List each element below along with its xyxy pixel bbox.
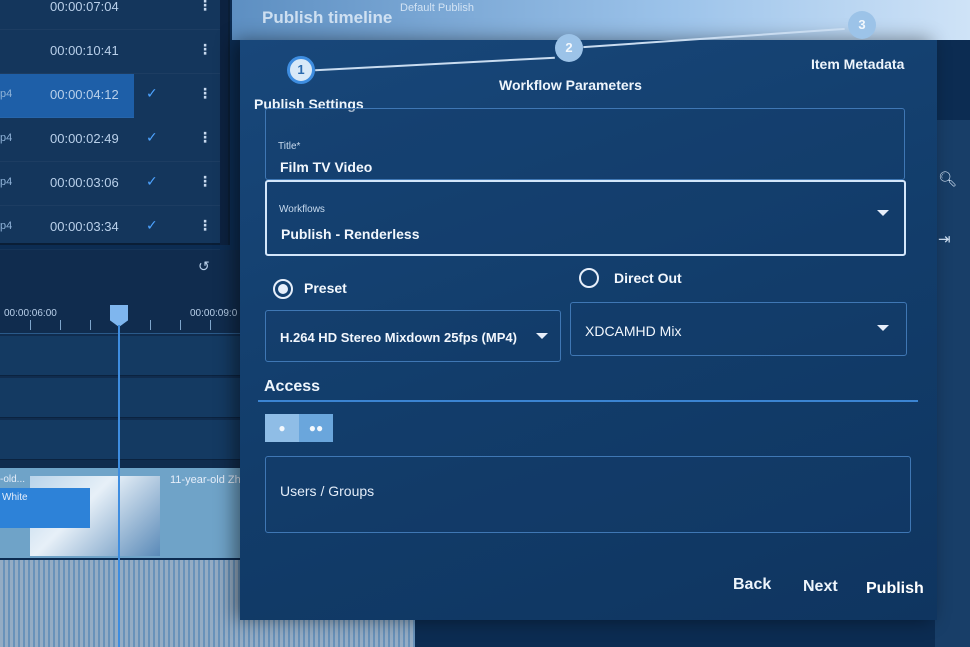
more-icon[interactable]: ⋮ — [198, 129, 212, 146]
check-icon: ✓ — [146, 173, 158, 189]
user-toggle-button[interactable]: ● — [265, 414, 299, 442]
check-icon: ✓ — [146, 217, 158, 233]
list-item-ext: p4 — [0, 132, 13, 144]
fit-icon[interactable]: ⇥ — [938, 230, 951, 248]
title-field-value: Film TV Video — [280, 159, 373, 175]
next-button[interactable]: Next — [803, 578, 838, 596]
media-list-panel: 00:00:07:04 ⋮ 00:00:10:41 ⋮ p4 00:00:04:… — [0, 0, 230, 250]
users-groups-placeholder: Users / Groups — [280, 483, 375, 499]
list-item[interactable]: p4 00:00:03:34 ✓ ⋮ — [0, 206, 220, 250]
timecode-label: 00:00:09:0 — [190, 308, 238, 319]
list-scrollbar[interactable] — [220, 0, 228, 245]
more-icon[interactable]: ⋮ — [198, 217, 212, 234]
preset-select-value: H.264 HD Stereo Mixdown 25fps (MP4) — [280, 330, 517, 345]
workflows-value: Publish - Renderless — [281, 226, 420, 242]
workflows-label: Workflows — [279, 204, 325, 215]
publish-preset-name: Default Publish — [400, 2, 474, 14]
access-section-title: Access — [264, 378, 321, 395]
step-1-indicator[interactable]: 1 — [287, 56, 315, 84]
preset-radio-label[interactable]: Preset — [304, 280, 347, 296]
timecode-label: 00:00:06:00 — [4, 308, 57, 319]
direct-out-select[interactable]: XDCAMHD Mix — [570, 302, 907, 356]
chevron-down-icon — [877, 210, 889, 216]
more-icon[interactable]: ⋮ — [198, 173, 212, 190]
list-item-duration: 00:00:07:04 — [50, 0, 119, 14]
back-button[interactable]: Back — [733, 576, 771, 594]
user-icon: ● — [278, 421, 286, 435]
more-icon[interactable]: ⋮ — [198, 85, 212, 102]
list-item-ext: p4 — [0, 176, 13, 188]
users-group-icon: ●● — [308, 421, 324, 435]
chevron-down-icon — [877, 325, 889, 331]
section-divider — [258, 400, 918, 402]
timeline-track — [0, 420, 240, 460]
step-2-label[interactable]: Workflow Parameters — [499, 77, 642, 93]
list-item-duration: 00:00:03:34 — [50, 219, 119, 234]
right-toolbar — [935, 120, 970, 647]
list-item-selected[interactable]: p4 00:00:04:12 — [0, 74, 134, 118]
check-icon: ✓ — [146, 85, 158, 101]
list-item-duration: 00:00:04:12 — [50, 87, 119, 102]
clip-title: White — [2, 492, 28, 503]
clip-title: 11-year-old Zher — [170, 474, 251, 486]
list-item-duration: 00:00:10:41 — [50, 43, 119, 58]
clip-title: -old... — [0, 474, 26, 485]
timeline-track — [0, 336, 240, 376]
title-field[interactable]: Title* Film TV Video — [265, 108, 905, 180]
list-item-duration: 00:00:02:49 — [50, 131, 119, 146]
step-3-label[interactable]: Item Metadata — [811, 56, 904, 72]
users-groups-input[interactable]: Users / Groups — [265, 456, 911, 533]
undo-icon[interactable]: ↺ — [198, 258, 210, 275]
group-toggle-button[interactable]: ●● — [299, 414, 333, 442]
list-item[interactable]: 00:00:10:41 ⋮ — [0, 30, 220, 74]
preset-select[interactable]: H.264 HD Stereo Mixdown 25fps (MP4) — [265, 310, 561, 362]
zoom-icon[interactable]: 🔍︎ — [938, 170, 957, 188]
list-item-ext: p4 — [0, 88, 13, 100]
list-item[interactable]: p4 00:00:03:06 ✓ ⋮ — [0, 162, 220, 206]
publish-title: Publish timeline — [262, 8, 393, 27]
list-item[interactable]: 00:00:07:04 ⋮ — [0, 0, 220, 30]
list-item-ext: p4 — [0, 220, 13, 232]
list-item-duration: 00:00:03:06 — [50, 175, 119, 190]
check-icon: ✓ — [146, 129, 158, 145]
list-item[interactable]: p4 00:00:02:49 ✓ ⋮ — [0, 118, 220, 162]
more-icon[interactable]: ⋮ — [198, 41, 212, 58]
chevron-down-icon — [536, 333, 548, 339]
preset-radio[interactable] — [273, 279, 293, 299]
timeline-track — [0, 378, 240, 418]
publish-button[interactable]: Publish — [866, 580, 924, 598]
title-field-label: Title* — [278, 141, 301, 152]
playhead-line — [118, 325, 120, 647]
step-2-indicator[interactable]: 2 — [555, 34, 583, 62]
more-icon[interactable]: ⋮ — [198, 0, 212, 14]
direct-out-radio[interactable] — [579, 268, 599, 288]
direct-out-radio-label[interactable]: Direct Out — [614, 270, 682, 286]
workflows-select[interactable]: Workflows Publish - Renderless — [265, 180, 906, 256]
direct-out-select-value: XDCAMHD Mix — [585, 323, 682, 339]
step-3-indicator[interactable]: 3 — [848, 11, 876, 39]
